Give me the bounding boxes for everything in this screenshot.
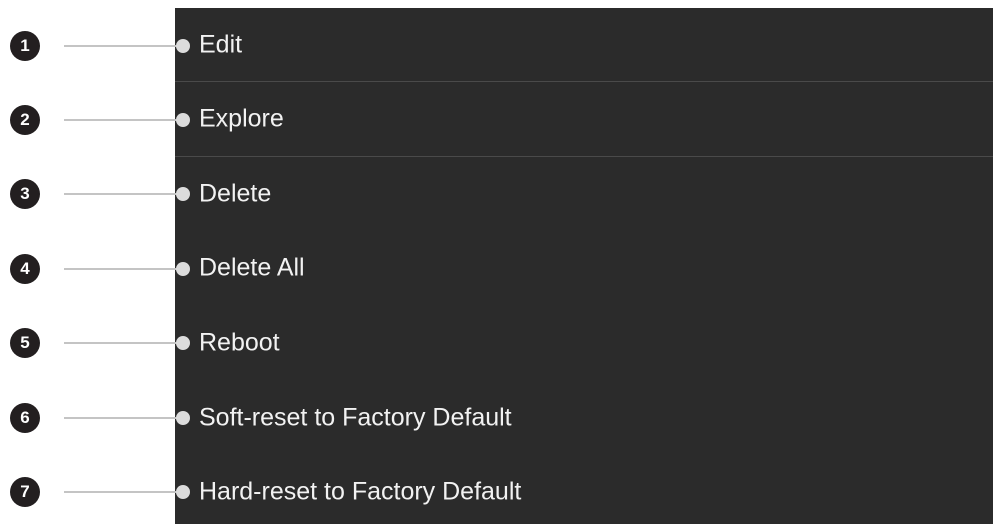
leader-dot-icon xyxy=(176,187,190,201)
leader-dot-icon xyxy=(176,485,190,499)
menu-item-hard-reset[interactable]: Hard-reset to Factory Default xyxy=(175,455,993,529)
leader-line xyxy=(64,45,182,47)
callout-number-badge: 1 xyxy=(10,31,40,61)
menu-item-delete[interactable]: Delete xyxy=(175,157,993,231)
leader-line xyxy=(64,417,182,419)
leader-dot-icon xyxy=(176,113,190,127)
menu-item-label: Explore xyxy=(199,104,284,133)
callout-6: 6 xyxy=(0,403,200,433)
menu-item-label: Edit xyxy=(199,30,243,59)
leader-line xyxy=(64,342,182,344)
leader-line xyxy=(64,193,182,195)
menu-item-edit[interactable]: Edit xyxy=(175,8,993,82)
menu-item-label: Delete All xyxy=(199,253,305,282)
callout-2: 2 xyxy=(0,105,200,135)
menu-item-label: Delete xyxy=(199,179,272,208)
menu-item-label: Soft-reset to Factory Default xyxy=(199,403,512,432)
leader-dot-icon xyxy=(176,262,190,276)
callout-7: 7 xyxy=(0,477,200,507)
leader-dot-icon xyxy=(176,411,190,425)
callout-3: 3 xyxy=(0,179,200,209)
context-menu: Edit Explore Delete Delete All Reboot So… xyxy=(175,8,993,524)
callout-number-badge: 7 xyxy=(10,477,40,507)
callout-number-badge: 3 xyxy=(10,179,40,209)
callout-5: 5 xyxy=(0,328,200,358)
leader-line xyxy=(64,268,182,270)
leader-line xyxy=(64,119,182,121)
menu-item-label: Hard-reset to Factory Default xyxy=(199,477,522,506)
callout-4: 4 xyxy=(0,254,200,284)
callout-number-badge: 4 xyxy=(10,254,40,284)
menu-item-soft-reset[interactable]: Soft-reset to Factory Default xyxy=(175,381,993,455)
callout-number-badge: 6 xyxy=(10,403,40,433)
callout-number-badge: 5 xyxy=(10,328,40,358)
callout-1: 1 xyxy=(0,31,200,61)
leader-dot-icon xyxy=(176,336,190,350)
menu-item-explore[interactable]: Explore xyxy=(175,82,993,156)
leader-dot-icon xyxy=(176,39,190,53)
leader-line xyxy=(64,491,182,493)
menu-item-delete-all[interactable]: Delete All xyxy=(175,231,993,305)
menu-item-label: Reboot xyxy=(199,328,280,357)
menu-item-reboot[interactable]: Reboot xyxy=(175,306,993,380)
callout-number-badge: 2 xyxy=(10,105,40,135)
